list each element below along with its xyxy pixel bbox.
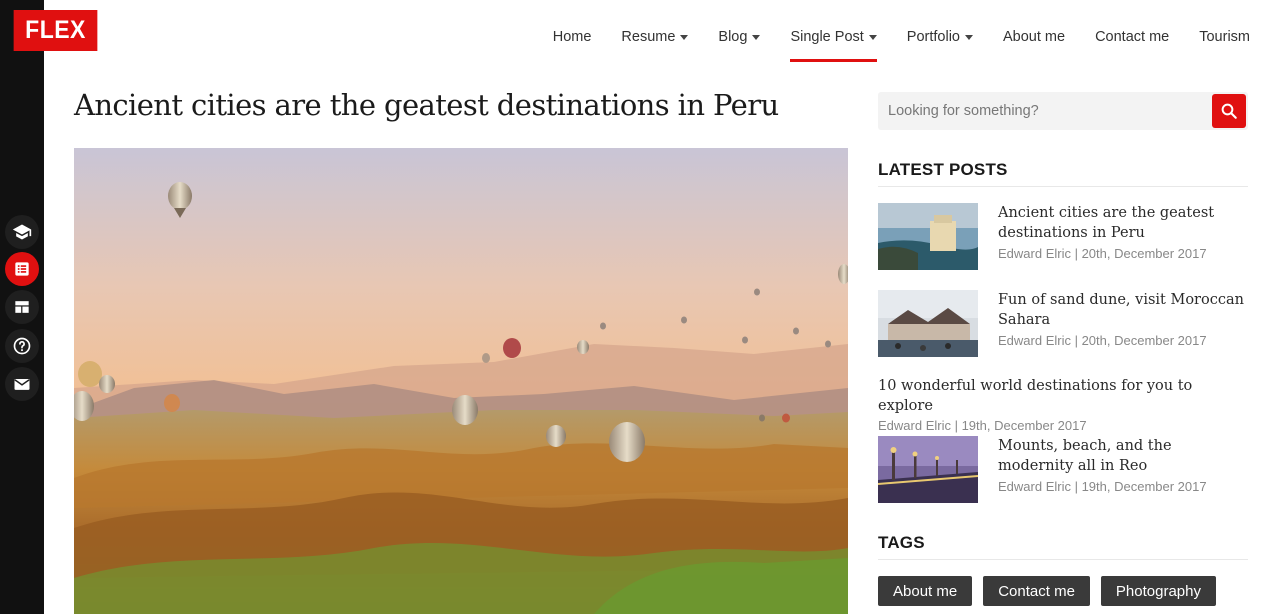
nav-label: Tourism [1199,29,1250,45]
post-title-link[interactable]: Mounts, beach, and the modernity all in … [998,436,1248,476]
post-thumbnail[interactable] [878,203,978,270]
nav-label: Single Post [790,29,864,45]
latest-post-item: 10 wonderful world destinations for you … [878,376,1250,433]
tag-contact-me[interactable]: Contact me [983,576,1090,606]
post-title-link[interactable]: Fun of sand dune, visit Moroccan Sahara [998,290,1248,330]
side-rail [0,0,44,614]
post-title-link[interactable]: Ancient cities are the geatest destinati… [998,203,1248,243]
search-icon [1221,103,1237,119]
tag-list: About me Contact me Photography [878,576,1216,606]
caret-down-icon [868,34,877,40]
latest-post-item: Mounts, beach, and the modernity all in … [878,436,1248,503]
tag-photography[interactable]: Photography [1100,576,1216,606]
help-circle-icon[interactable] [5,329,39,363]
nav-label: Portfolio [906,29,960,45]
nav-label: Resume [621,29,676,45]
search-box [878,92,1248,130]
search-button[interactable] [1212,94,1246,128]
post-meta: Edward Elric | 19th, December 2017 [878,418,1087,433]
post-meta: Edward Elric | 20th, December 2017 [998,333,1207,348]
nav-item-about-me[interactable]: About me [988,0,1080,62]
nav-label: Blog [718,29,748,45]
post-meta: Edward Elric | 20th, December 2017 [998,246,1207,261]
tag-about-me[interactable]: About me [878,576,973,606]
post-meta: Edward Elric | 19th, December 2017 [998,479,1207,494]
hero-image [74,148,848,614]
nav-item-single-post[interactable]: Single Post [775,0,891,62]
caret-down-icon [752,34,761,40]
nav-item-resume[interactable]: Resume [606,0,703,62]
graduation-cap-icon[interactable] [5,215,39,249]
nav-label: Contact me [1095,29,1170,45]
grid-layout-icon[interactable] [5,290,39,324]
brand-logo[interactable]: FLEX [13,10,98,51]
mail-icon[interactable] [5,367,39,401]
nav-item-portfolio[interactable]: Portfolio [892,0,988,62]
latest-post-item: Ancient cities are the geatest destinati… [878,203,1248,270]
search-input[interactable] [878,92,1212,130]
latest-post-item: Fun of sand dune, visit Moroccan Sahara … [878,290,1248,357]
nav-item-contact-me[interactable]: Contact me [1080,0,1184,62]
nav-item-tourism[interactable]: Tourism [1184,0,1250,62]
nav-item-blog[interactable]: Blog [703,0,775,62]
latest-posts-heading: LATEST POSTS [878,160,1248,187]
tags-heading: TAGS [878,533,1248,560]
post-thumbnail[interactable] [878,436,978,503]
nav-item-home[interactable]: Home [538,0,607,62]
post-title-link[interactable]: 10 wonderful world destinations for you … [878,376,1250,416]
post-title: Ancient cities are the geatest destinati… [74,88,779,122]
caret-down-icon [680,34,689,40]
caret-down-icon [965,34,973,40]
main-nav: Home Resume Blog Single Post Portfolio A… [538,0,1250,62]
nav-label: Home [552,29,592,45]
post-thumbnail[interactable] [878,290,978,357]
list-icon[interactable] [5,252,39,286]
nav-label: About me [1003,29,1066,45]
